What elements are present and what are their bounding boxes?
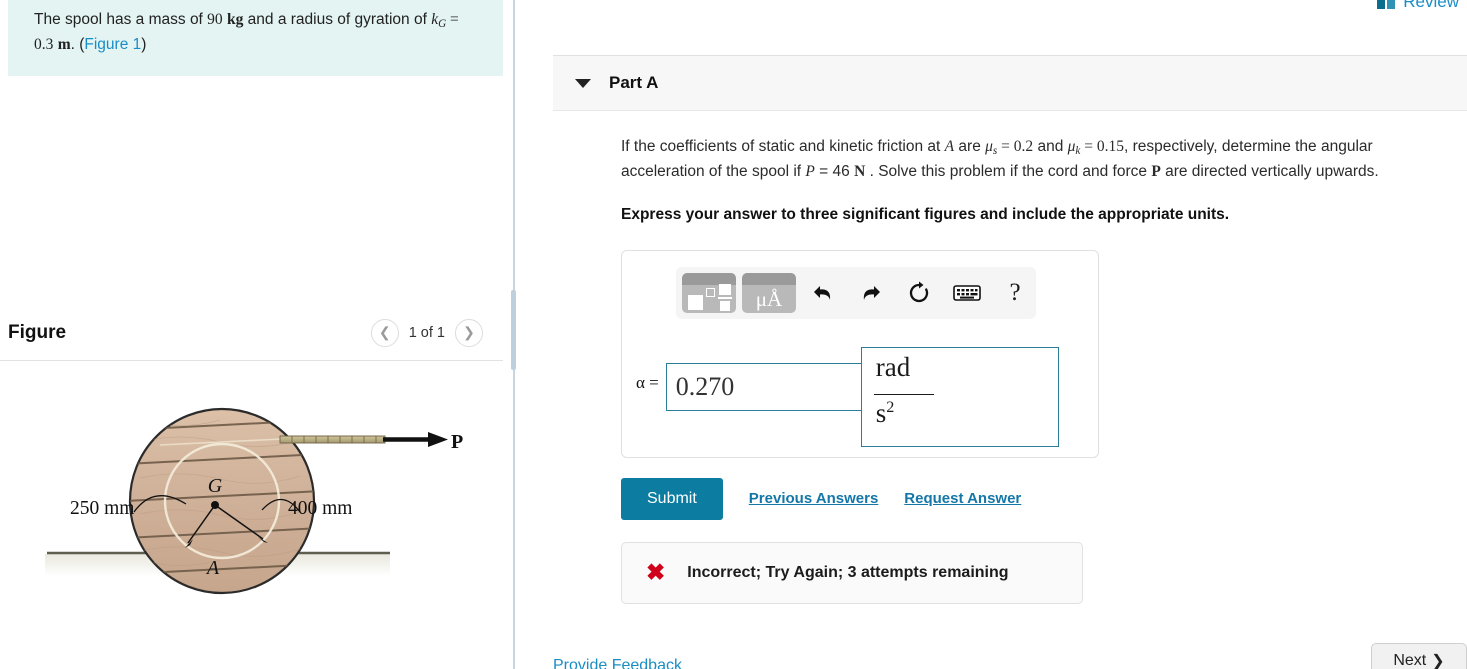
q-seg-1: If the coefficients of static and kineti… <box>621 138 945 155</box>
book-icon <box>1377 0 1396 9</box>
units-icon-label: μÅ <box>755 286 783 311</box>
review-label: Review <box>1403 0 1459 11</box>
problem-period: . ( <box>70 36 85 54</box>
mu-s-value: = 0.2 <box>997 138 1034 155</box>
problem-statement-box: The spool has a mass of 90 kg and a radi… <box>8 0 503 76</box>
figure-title: Figure <box>8 321 67 343</box>
center-label: G <box>208 475 223 497</box>
help-label: ? <box>1009 278 1021 306</box>
answer-input[interactable] <box>665 362 862 411</box>
q-seg-3: and <box>1033 138 1068 155</box>
spool-diagram: G 250 mm 400 mm A P <box>45 407 463 595</box>
previous-answers-link[interactable]: Previous Answers <box>749 490 879 507</box>
next-button[interactable]: Next ❯ <box>1371 643 1467 669</box>
math-toolbar: μÅ ? <box>676 266 1036 319</box>
review-link[interactable]: Review <box>1377 0 1459 12</box>
unit-denominator: s2 <box>876 398 895 429</box>
request-answer-link[interactable]: Request Answer <box>904 490 1021 507</box>
contact-point-label: A <box>205 557 220 579</box>
redo-icon[interactable] <box>850 273 892 313</box>
figure-pagination: ❮ 1 of 1 ❯ <box>370 318 483 347</box>
feedback-message: Incorrect; Try Again; 3 attempts remaini… <box>687 563 1009 581</box>
answer-unit-box[interactable]: rad s2 <box>860 346 1059 447</box>
part-a-title: Part A <box>609 73 659 92</box>
chevron-right-icon: ❯ <box>463 324 475 340</box>
q-seg-2: are <box>954 138 986 155</box>
x-mark-icon: ✖ <box>646 559 666 586</box>
keyboard-icon[interactable] <box>946 273 988 313</box>
unit-fraction-bar <box>873 393 934 396</box>
chevron-left-icon: ❮ <box>378 324 391 340</box>
mass-unit: kg <box>226 11 244 28</box>
figure-prev-button[interactable]: ❮ <box>370 318 399 347</box>
force-p-symbol: P <box>805 163 815 181</box>
answer-widget: μÅ ? α = 0.270 rad s2 <box>621 249 1099 458</box>
kg-subscript: G <box>438 18 447 31</box>
left-panel: The spool has a mass of 90 kg and a radi… <box>0 0 512 669</box>
force-label: P <box>451 431 463 453</box>
problem-lead: The spool has a mass of <box>34 11 208 28</box>
force-p-unit: N <box>854 163 866 181</box>
inner-radius-label: 250 mm <box>70 498 134 519</box>
kg-equals: = <box>446 11 459 28</box>
q-seg-5: . Solve this problem if the cord and for… <box>865 163 1152 181</box>
undo-icon[interactable] <box>802 273 844 313</box>
question-text: If the coefficients of static and kineti… <box>621 135 1437 184</box>
chevron-right-icon: ❯ <box>1431 653 1445 669</box>
reset-icon[interactable] <box>898 273 940 313</box>
answer-variable-label: α = <box>636 372 659 392</box>
next-label: Next <box>1393 652 1427 669</box>
mu-k-value: = 0.15 <box>1080 138 1124 155</box>
right-panel: Review Part A If the coefficients of sta… <box>517 0 1467 669</box>
force-p-symbol-2: P <box>1151 163 1161 181</box>
provide-feedback-link[interactable]: Provide Feedback <box>553 657 682 669</box>
part-a-body: If the coefficients of static and kineti… <box>553 111 1467 604</box>
unit-numerator: rad <box>875 351 911 382</box>
answer-entry-row: α = rad s2 <box>636 346 1059 447</box>
outer-radius-label: 400 mm <box>288 498 352 519</box>
kg-unit: m <box>57 36 71 54</box>
feedback-banner: ✖ Incorrect; Try Again; 3 attempts remai… <box>621 541 1083 604</box>
figure-1-link[interactable]: Figure 1 <box>84 36 141 53</box>
exercise-page: The spool has a mass of 90 kg and a radi… <box>0 0 1467 669</box>
math-template-icon[interactable] <box>682 272 736 313</box>
kg-value: 0.3 <box>34 36 54 54</box>
figure-next-button[interactable]: ❯ <box>455 318 483 347</box>
figure-divider <box>0 360 503 361</box>
force-p-value: = 46 <box>814 163 855 181</box>
figure-counter: 1 of 1 <box>408 324 445 341</box>
mu-s-symbol: μ <box>985 138 993 155</box>
question-emphasis: Express your answer to three significant… <box>621 205 1230 223</box>
figure-canvas: G 250 mm 400 mm A P <box>0 362 503 669</box>
unit-denominator-exponent: 2 <box>886 397 895 416</box>
unit-denominator-base: s <box>875 397 887 428</box>
problem-statement-text: The spool has a mass of 90 kg and a radi… <box>34 8 477 57</box>
answer-actions: Submit Previous Answers Request Answer <box>621 477 1437 520</box>
part-a-header[interactable]: Part A <box>553 55 1467 111</box>
q-point-a: A <box>944 138 955 155</box>
problem-close-paren: ) <box>141 36 147 54</box>
caret-down-icon[interactable] <box>575 78 591 88</box>
q-seg-6: are directed vertically upwards. <box>1160 163 1379 181</box>
figure-header: Figure ❮ 1 of 1 ❯ <box>0 305 503 360</box>
submit-button[interactable]: Submit <box>621 477 723 520</box>
help-question-icon[interactable]: ? <box>994 273 1036 313</box>
panel-resize-handle[interactable] <box>511 290 516 370</box>
problem-mid: and a radius of gyration of <box>243 11 432 28</box>
mass-value: 90 <box>207 11 223 28</box>
part-a-card: Part A If the coefficients of static and… <box>553 55 1467 615</box>
units-mu-angstrom-icon[interactable]: μÅ <box>742 272 796 313</box>
